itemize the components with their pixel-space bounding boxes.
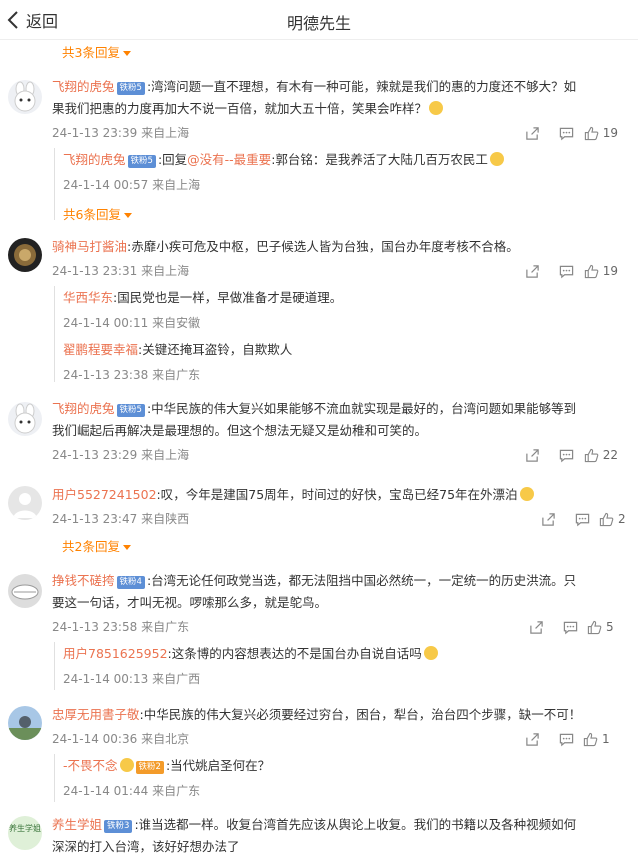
comment-actions: 2: [531, 510, 632, 528]
like-button[interactable]: 2: [599, 510, 632, 528]
reply-meta: 24-1-14 00:11 来自安徽: [63, 316, 201, 330]
thumb-up-icon: [583, 732, 598, 746]
top-bar: 返回 明德先生: [0, 0, 638, 40]
comment-meta: 24-1-13 23:29 来自上海: [52, 448, 190, 462]
avatar[interactable]: [8, 80, 42, 114]
comment-text: 骑神马打酱油:赤靡小疾可危及中枢，巴子候选人皆为台独，国台办年度考核不合格。: [52, 239, 519, 254]
avatar[interactable]: [8, 402, 42, 436]
more-replies-link[interactable]: 共3条回复: [62, 42, 131, 61]
comment-actions: 5: [519, 618, 620, 636]
emoji-icon: [119, 758, 134, 772]
reply-button[interactable]: [550, 446, 584, 464]
comment-icon: [559, 733, 573, 746]
username[interactable]: 飞翔的虎兔: [52, 79, 115, 94]
thumb-up-icon: [584, 126, 599, 140]
comment-actions: 19: [516, 124, 618, 142]
avatar[interactable]: [8, 238, 42, 272]
reply-text: 飞翔的虎兔 铁粉5:回复@没有--最重要:郭台铭：是我养活了大陆几百万农民工: [63, 150, 616, 170]
like-button[interactable]: 22: [584, 446, 618, 464]
comment-meta: 24-1-13 23:47 来自陕西: [52, 512, 190, 526]
caret-down-icon: [122, 51, 131, 56]
avatar[interactable]: 养生学姐: [8, 816, 42, 850]
reply-list: 飞翔的虎兔 铁粉5:回复@没有--最重要:郭台铭：是我养活了大陆几百万农民工 24…: [54, 148, 624, 223]
share-button[interactable]: [519, 618, 553, 636]
comment-text: 养生学姐 铁粉3:谁当选都一样。收复台湾首先应该从舆论上收复。我们的书籍以及各种视…: [52, 817, 577, 854]
comment-text: 忠厚无用書子敬:中华民族的伟大复兴必须要经过穷台，困台，犁台，治台四个步骤，缺一…: [52, 707, 582, 722]
username[interactable]: 挣钱不磋挎: [52, 573, 115, 588]
reply-meta: 24-1-14 00:57 来自上海: [63, 178, 201, 192]
reply-button[interactable]: [550, 124, 584, 142]
reply-button[interactable]: [549, 730, 583, 748]
reply-meta: 24-1-14 01:44 来自广东: [63, 784, 201, 798]
like-count: 19: [602, 126, 618, 140]
comment-text: 飞翔的虎兔 铁粉5:中华民族的伟大复兴如果能够不流血就实现是最好的，台湾问题如果能…: [52, 401, 577, 438]
share-icon: [541, 512, 555, 526]
reply-button[interactable]: [553, 618, 587, 636]
avatar[interactable]: [8, 706, 42, 740]
comment-icon: [560, 449, 574, 462]
share-icon: [526, 448, 539, 462]
comment-text: 挣钱不磋挎 铁粉4:台湾无论任何政党当选，都无法阻挡中国必然统一，一定统一的历史洪…: [52, 573, 577, 610]
avatar[interactable]: [8, 486, 42, 520]
username[interactable]: 飞翔的虎兔: [52, 401, 115, 416]
share-button[interactable]: [531, 510, 565, 528]
reply-meta: 24-1-14 00:13 来自广西: [63, 672, 201, 686]
username[interactable]: 用户5527241502: [52, 487, 157, 502]
thumb-up-icon: [584, 264, 599, 278]
username[interactable]: 养生学姐: [52, 817, 102, 832]
thumb-up-icon: [587, 620, 602, 634]
reply-button[interactable]: [550, 262, 584, 280]
comment-meta: 24-1-14 00:36 来自北京: [52, 732, 190, 746]
comment-meta: 24-1-13 23:31 来自上海: [52, 264, 190, 278]
comment-actions: 19: [516, 262, 618, 280]
comment-icon: [560, 265, 574, 278]
like-button[interactable]: 19: [584, 262, 618, 280]
comment-actions: 22: [516, 446, 618, 464]
like-button[interactable]: 19: [584, 124, 618, 142]
share-button[interactable]: [516, 124, 550, 142]
more-replies-link[interactable]: 共2条回复: [62, 536, 131, 555]
share-icon: [526, 264, 539, 278]
reply-list: 用户7851625952:这条博的内容想表达的不是国台办自说自话吗 24-1-1…: [54, 642, 624, 690]
reply-list: 华西华东:国民党也是一样，早做准备才是硬道理。 24-1-14 00:11 来自…: [54, 286, 624, 382]
fan-badge: 铁粉5: [116, 82, 145, 95]
comment-actions: 1: [515, 730, 616, 748]
reply-text: -不畏不念 铁粉2:当代姚启圣何在？: [63, 758, 271, 774]
reply-list: -不畏不念 铁粉2:当代姚启圣何在？ 24-1-14 01:44 来自广东: [54, 754, 624, 802]
thumb-up-icon: [584, 448, 599, 462]
comment-meta: 24-1-13 23:39 来自上海: [52, 126, 190, 140]
share-icon: [526, 126, 539, 140]
more-replies-link[interactable]: 共6条回复: [63, 204, 132, 223]
emoji-icon: [489, 152, 504, 166]
username[interactable]: 忠厚无用書子敬: [52, 707, 140, 722]
comment-icon: [563, 621, 577, 634]
reply-meta: 24-1-13 23:38 来自广东: [63, 368, 201, 382]
share-button[interactable]: [516, 262, 550, 280]
comment-icon: [575, 513, 589, 526]
reply-text: 用户7851625952:这条博的内容想表达的不是国台办自说自话吗: [63, 644, 616, 664]
page-title: 明德先生: [286, 14, 351, 33]
comment-icon: [560, 127, 574, 140]
share-icon: [529, 620, 543, 634]
emoji-icon: [429, 101, 444, 115]
emoji-icon: [519, 487, 534, 501]
reply-button[interactable]: [565, 510, 599, 528]
username[interactable]: 骑神马打酱油: [52, 239, 127, 254]
comment-feed: 共3条回复 飞翔的虎兔 铁粉5:湾湾问题一直不理想，有木有一种可能，辣就是我们的惠…: [0, 40, 638, 854]
comment-text: 用户5527241502:叹，今年是建国75周年，时间过的好快，宝岛已经75年在…: [52, 484, 612, 506]
avatar[interactable]: [8, 574, 42, 608]
like-button[interactable]: 1: [583, 730, 616, 748]
reply-text: 华西华东:国民党也是一样，早做准备才是硬道理。: [63, 290, 343, 305]
reply-text: 翟鹏程要幸福:关键还掩耳盗铃，自欺欺人: [63, 342, 293, 357]
like-button[interactable]: 5: [587, 618, 620, 636]
share-icon: [525, 732, 539, 746]
comment-meta: 24-1-13 23:58 来自广东: [52, 620, 190, 634]
share-button[interactable]: [515, 730, 549, 748]
thumb-up-icon: [599, 512, 614, 526]
emoji-icon: [423, 646, 438, 660]
comment-text: 飞翔的虎兔 铁粉5:湾湾问题一直不理想，有木有一种可能，辣就是我们的惠的力度还不够…: [52, 79, 577, 116]
share-button[interactable]: [516, 446, 550, 464]
